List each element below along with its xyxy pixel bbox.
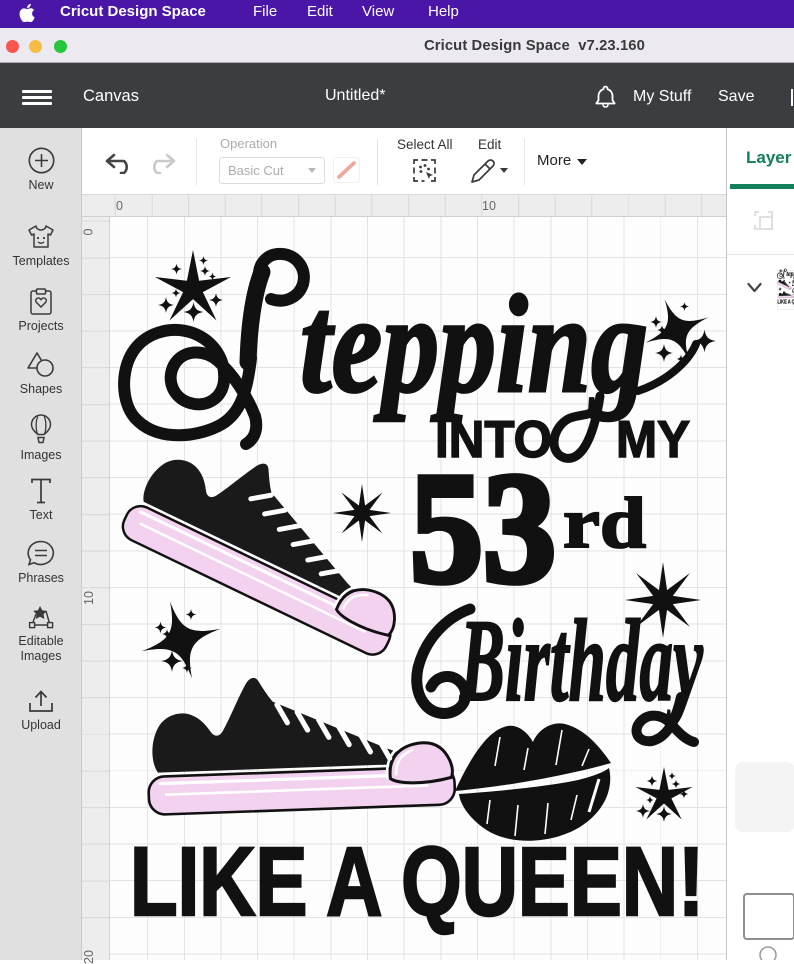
svg-text:53: 53: [410, 441, 556, 616]
svg-text:Birthday: Birthday: [459, 595, 703, 726]
svg-text:MY: MY: [616, 411, 690, 469]
svg-text:rd: rd: [563, 483, 646, 563]
svg-text:LIKE A QUEEN!: LIKE A QUEEN!: [130, 827, 704, 936]
